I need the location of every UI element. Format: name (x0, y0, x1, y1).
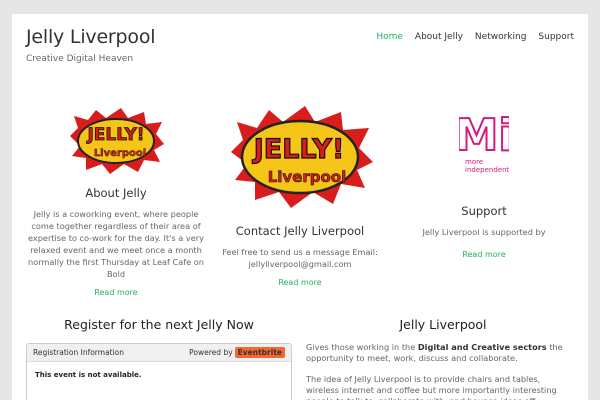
registration-title: Registration Information (33, 348, 125, 357)
brand: Jelly Liverpool Creative Digital Heaven (26, 26, 156, 64)
main-nav: Home About Jelly Networking Support (376, 32, 574, 42)
jelly-logo-word: JELLY! (86, 125, 144, 145)
info-text: Gives those working in the Digital and C… (306, 342, 574, 400)
nav-about-jelly[interactable]: About Jelly (415, 32, 463, 42)
contact-text: Feel free to send us a message Email: je… (222, 247, 378, 269)
jelly-logo-small: JELLY! Liverpool (70, 108, 164, 174)
about-read-more[interactable]: Read more (26, 288, 206, 297)
more-independent-logo: Mi more independent (454, 109, 515, 174)
jelly-logo-sub: Liverpool (268, 168, 347, 186)
info-paragraph-2: The idea of Jelly Liverpool is to provid… (306, 374, 557, 400)
mi-logo-line-1: more (465, 158, 483, 166)
site-title[interactable]: Jelly Liverpool (26, 26, 156, 48)
site-tagline: Creative Digital Heaven (26, 54, 134, 64)
about-column: JELLY! Liverpool About Jelly Jelly is a … (26, 106, 206, 297)
mi-logo-line-2: independent (465, 166, 509, 174)
support-read-more[interactable]: Read more (394, 250, 574, 259)
powered-by-label: Powered by (189, 348, 233, 357)
eventbrite-logo: Eventbrite (234, 347, 285, 358)
jelly-logo-large: JELLY! Liverpool (231, 106, 373, 208)
nav-support[interactable]: Support (538, 32, 574, 42)
contact-read-more[interactable]: Read more (210, 278, 390, 287)
support-text: Jelly Liverpool is supported by (422, 227, 546, 237)
info-heading: Jelly Liverpool (399, 317, 487, 332)
jelly-logo-sub: Liverpool (94, 148, 146, 159)
jelly-logo-word: JELLY! (252, 134, 345, 165)
support-column: Mi more independent Support Jelly Liverp… (394, 102, 574, 259)
nav-networking[interactable]: Networking (475, 32, 527, 42)
nav-home[interactable]: Home (376, 32, 403, 42)
about-text: Jelly is a coworking event, where people… (27, 209, 205, 279)
info-paragraph-1: Gives those working in the Digital and C… (306, 342, 574, 364)
contact-title: Contact Jelly Liverpool (235, 224, 365, 238)
mi-logo-mark: Mi (459, 110, 509, 161)
register-heading: Register for the next Jelly Now (64, 317, 254, 332)
about-title: About Jelly (85, 186, 147, 200)
eventbrite-widget: Registration Information Powered by Even… (26, 343, 292, 400)
support-title: Support (461, 204, 507, 218)
registration-message: This event is not available. (35, 371, 142, 379)
powered-by[interactable]: Powered by Eventbrite (189, 347, 285, 358)
page: Jelly Liverpool Creative Digital Heaven … (12, 14, 588, 400)
registration-header: Registration Information Powered by Even… (27, 344, 291, 362)
info-p1-prefix: Gives those working in the (306, 342, 418, 352)
contact-column: JELLY! Liverpool Contact Jelly Liverpool… (210, 102, 390, 287)
info-p1-bold: Digital and Creative sectors (417, 342, 547, 352)
